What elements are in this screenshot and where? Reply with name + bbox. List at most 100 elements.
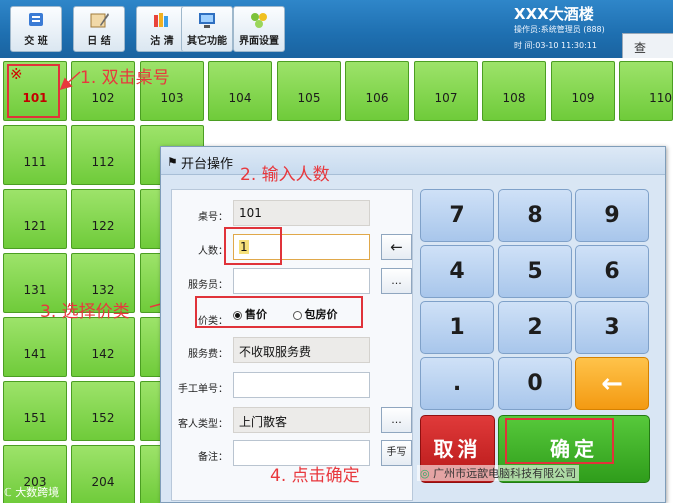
table-number: 141 [23, 347, 47, 361]
daily-close-button[interactable]: 日 结 [73, 6, 125, 52]
table-tile-152[interactable]: 152 [71, 381, 135, 441]
handover-label: 交 班 [24, 36, 48, 47]
keypad-backspace-button[interactable]: ← [575, 357, 649, 410]
handover-button[interactable]: 交 班 [10, 6, 62, 52]
service-charge-label: 服务费： [188, 349, 228, 360]
dialog-titlebar: ⚑ 开台操作 [161, 147, 665, 175]
table-tile-122[interactable]: 122 [71, 189, 135, 249]
manual-order-input[interactable] [233, 372, 370, 398]
table-number-field: 101 [233, 200, 370, 226]
sold-out-icon [151, 10, 173, 30]
table-number: 132 [91, 283, 115, 297]
table-number: 151 [23, 411, 47, 425]
annotation-step1: 1. 双击桌号 [80, 68, 170, 88]
operator-info: 操作员:系统管理员 (888) [514, 25, 605, 34]
table-tile-204[interactable]: 204 [71, 445, 135, 503]
table-tile-105[interactable]: 105 [277, 61, 341, 121]
watermark-right: ◎ 广州市远歆电脑科技有限公司 [417, 465, 580, 481]
table-number: 105 [297, 91, 321, 105]
interface-settings-label: 界面设置 [239, 36, 279, 47]
table-number: 106 [365, 91, 389, 105]
table-number: 112 [91, 155, 115, 169]
service-charge-field[interactable]: 不收取服务费 [233, 337, 370, 363]
table-number: 107 [434, 91, 458, 105]
table-tile-109[interactable]: 109 [551, 61, 615, 121]
table-number: 152 [91, 411, 115, 425]
keypad-key-6[interactable]: 6 [575, 245, 649, 298]
keypad-key-7[interactable]: 7 [420, 189, 494, 242]
table-number: 111 [23, 155, 47, 169]
other-functions-icon [196, 10, 218, 30]
table-number: 102 [91, 91, 115, 105]
keypad-key-8[interactable]: 8 [498, 189, 572, 242]
daily-close-icon [88, 10, 110, 30]
other-functions-label: 其它功能 [187, 36, 227, 47]
annotation-step3: 3. 选择价类 [40, 302, 130, 322]
handover-icon [25, 10, 47, 30]
wechat-icon: ◎ [420, 467, 430, 480]
watermark-left-icon: ℂ [4, 486, 12, 499]
table-tile-111[interactable]: 111 [3, 125, 67, 185]
table-tile-107[interactable]: 107 [414, 61, 478, 121]
keypad-key-3[interactable]: 3 [575, 301, 649, 354]
annotation-step2: 2. 输入人数 [240, 165, 330, 185]
table-number: 110 [649, 91, 672, 105]
table-tile-104[interactable]: 104 [208, 61, 272, 121]
confirm-highlight-box [505, 418, 614, 464]
price-class-highlight-box [195, 296, 363, 328]
table-tile-142[interactable]: 142 [71, 317, 135, 377]
table-highlight-box [7, 64, 60, 118]
interface-settings-button[interactable]: 界面设置 [233, 6, 285, 52]
waiter-input[interactable] [233, 268, 370, 294]
guest-type-label: 客人类型： [178, 419, 228, 430]
keypad-key-dot[interactable]: . [420, 357, 494, 410]
table-tile-121[interactable]: 121 [3, 189, 67, 249]
keypad-key-0[interactable]: 0 [498, 357, 572, 410]
keypad-key-4[interactable]: 4 [420, 245, 494, 298]
hotel-name: XXX大酒楼 [514, 5, 594, 23]
keypad-key-9[interactable]: 9 [575, 189, 649, 242]
waiter-picker-button[interactable]: ... [381, 268, 412, 294]
flag-icon: ⚑ [167, 155, 178, 169]
current-time: 时 间:03-10 11:30:11 [514, 41, 597, 50]
app-window: 交 班 日 结 沽 清 其它功能 界面设置 XXX大酒楼 操作员:系统管理员 (… [0, 0, 673, 503]
manual-order-label: 手工单号： [178, 384, 228, 395]
table-number: 142 [91, 347, 115, 361]
watermark-right-text: 广州市远歆电脑科技有限公司 [433, 467, 577, 480]
people-highlight-box [224, 227, 282, 265]
watermark-left: ℂ 大数跨境 [4, 484, 59, 500]
query-order-tab[interactable]: 查 单 [622, 33, 673, 72]
daily-close-label: 日 结 [87, 36, 111, 47]
annotation-step4: 4. 点击确定 [270, 466, 360, 486]
table-tile-106[interactable]: 106 [345, 61, 409, 121]
people-label: 人数： [198, 246, 228, 257]
table-number: 121 [23, 219, 47, 233]
sold-out-label: 沽 清 [150, 36, 174, 47]
guest-type-picker-button[interactable]: ... [381, 407, 412, 433]
table-number: 204 [91, 475, 115, 489]
dialog-title: 开台操作 [181, 157, 234, 172]
table-number: 104 [228, 91, 252, 105]
keypad-key-5[interactable]: 5 [498, 245, 572, 298]
table-tile-141[interactable]: 141 [3, 317, 67, 377]
table-tile-112[interactable]: 112 [71, 125, 135, 185]
watermark-left-text: 大数跨境 [15, 486, 60, 499]
handwrite-button[interactable]: 手写 [381, 440, 412, 466]
guest-type-field[interactable]: 上门散客 [233, 407, 370, 433]
backspace-small-button[interactable]: ← [381, 234, 412, 260]
waiter-label: 服务员： [188, 280, 228, 291]
table-number: 108 [502, 91, 526, 105]
other-functions-button[interactable]: 其它功能 [181, 6, 233, 52]
keypad-key-1[interactable]: 1 [420, 301, 494, 354]
table-tile-110[interactable]: 110 [619, 61, 673, 121]
interface-settings-icon [248, 10, 270, 30]
table-number: 103 [160, 91, 184, 105]
table-number: 122 [91, 219, 115, 233]
table-number: 109 [571, 91, 595, 105]
table-number: 131 [23, 283, 47, 297]
open-table-form: 桌号： 101 人数： 1 ← 服务员： ... 价类： 售价 包房价 服务费：… [171, 189, 413, 501]
table-tile-151[interactable]: 151 [3, 381, 67, 441]
table-tile-108[interactable]: 108 [482, 61, 546, 121]
top-toolbar: 交 班 日 结 沽 清 其它功能 界面设置 XXX大酒楼 操作员:系统管理员 (… [0, 0, 673, 72]
keypad-key-2[interactable]: 2 [498, 301, 572, 354]
